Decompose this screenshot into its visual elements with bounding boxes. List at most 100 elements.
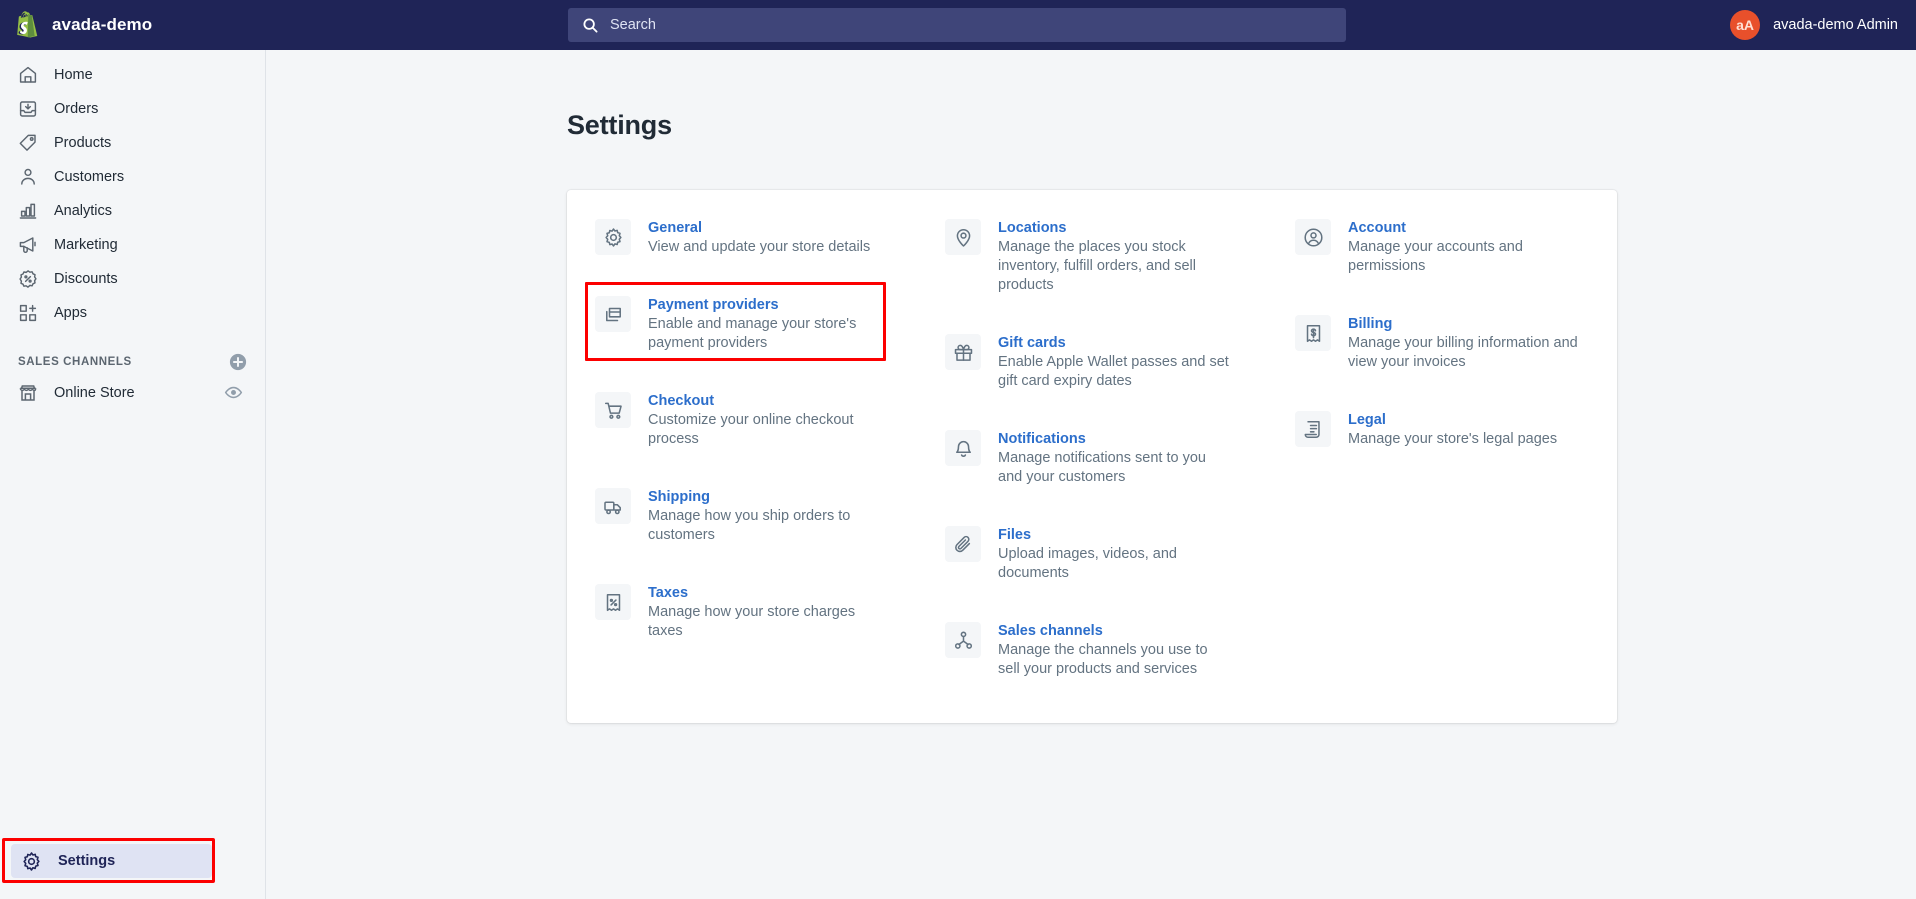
settings-tile-description: Upload images, videos, and documents [998, 546, 1177, 581]
sidebar-item-orders[interactable]: Orders [8, 93, 255, 125]
store-brand[interactable]: avada-demo [0, 0, 266, 50]
sidebar-item-marketing[interactable]: Marketing [8, 229, 255, 261]
settings-column: Account Manage your accounts and permissi… [1295, 218, 1645, 717]
sidebar-item-customers[interactable]: Customers [8, 161, 255, 193]
settings-tile-title[interactable]: Sales channels [998, 623, 1103, 639]
nodes-graph-icon [945, 622, 981, 658]
sidebar: Home Orders Products Customers Analytics Mark… [0, 50, 266, 899]
settings-tile-title[interactable]: Payment providers [648, 297, 779, 313]
apps-grid-plus-icon [18, 303, 38, 323]
bar-chart-icon [18, 201, 38, 221]
sidebar-item-label: Customers [54, 169, 125, 185]
settings-tile-general[interactable]: General View and update your store detail… [595, 218, 945, 295]
sidebar-item-label: Home [54, 67, 93, 83]
bell-icon [945, 430, 981, 466]
sidebar-item-home[interactable]: Home [8, 59, 255, 91]
settings-tile-description: Manage the places you stock inventory, f… [998, 239, 1196, 293]
person-icon [18, 167, 38, 187]
sidebar-item-label: Settings [58, 853, 116, 869]
plus-circle-icon[interactable] [229, 353, 247, 371]
delivery-truck-icon [595, 488, 631, 524]
sales-channels-title: SALES CHANNELS [18, 356, 132, 368]
settings-tile-title[interactable]: Billing [1348, 316, 1392, 332]
settings-tile-account[interactable]: Account Manage your accounts and permissi… [1295, 218, 1645, 314]
sidebar-item-label: Apps [54, 305, 88, 321]
settings-column: Locations Manage the places you stock inv… [945, 218, 1295, 717]
legal-scroll-icon [1295, 411, 1331, 447]
settings-grid: General View and update your store detail… [567, 218, 1617, 717]
eye-icon[interactable] [224, 383, 243, 402]
sales-channels-header: SALES CHANNELS [18, 351, 247, 373]
settings-tile-gift-cards[interactable]: Gift cards Enable Apple Wallet passes and… [945, 333, 1295, 429]
settings-column: General View and update your store detail… [585, 218, 945, 717]
billing-receipt-icon [1295, 315, 1331, 351]
storefront-icon [18, 383, 38, 403]
map-pin-icon [945, 219, 981, 255]
settings-tile-files[interactable]: Files Upload images, videos, and document… [945, 525, 1295, 621]
settings-tile-title[interactable]: Legal [1348, 412, 1386, 428]
settings-tile-shipping[interactable]: Shipping Manage how you ship orders to cu… [595, 487, 945, 583]
sidebar-nav: Home Orders Products Customers Analytics Mark… [0, 50, 265, 329]
settings-tile-description: Customize your online checkout process [648, 412, 854, 447]
search-icon [582, 17, 599, 34]
page-title: Settings [567, 110, 672, 140]
shopping-cart-icon [595, 392, 631, 428]
settings-tile-payment-providers[interactable]: Payment providers Enable and manage your … [585, 282, 945, 391]
user-menu[interactable]: aA avada-demo Admin [1730, 0, 1898, 50]
sidebar-item-analytics[interactable]: Analytics [8, 195, 255, 227]
settings-tile-description: Enable and manage your store's payment p… [648, 316, 857, 351]
settings-tile-description: Manage your store's legal pages [1348, 431, 1558, 447]
settings-tile-title[interactable]: Notifications [998, 431, 1086, 447]
settings-tile-billing[interactable]: Billing Manage your billing information a… [1295, 314, 1645, 410]
settings-tile-title[interactable]: Shipping [648, 489, 710, 505]
settings-tile-description: Manage how you ship orders to customers [648, 508, 851, 543]
tag-icon [18, 133, 38, 153]
user-name: avada-demo Admin [1773, 17, 1898, 33]
avatar: aA [1730, 10, 1761, 40]
settings-tile-description: Manage the channels you use to sell your… [998, 642, 1208, 677]
settings-card: General View and update your store detail… [567, 190, 1617, 723]
settings-tile-title[interactable]: Account [1348, 220, 1406, 236]
settings-nav-wrapper: Settings [2, 838, 215, 883]
sidebar-item-products[interactable]: Products [8, 127, 255, 159]
sidebar-item-label: Marketing [54, 237, 118, 253]
sidebar-item-label: Analytics [54, 203, 113, 219]
gear-icon [595, 219, 631, 255]
shopify-bag-icon [14, 11, 40, 39]
search-input[interactable]: Search [568, 8, 1346, 42]
settings-tile-title[interactable]: Locations [998, 220, 1066, 236]
settings-tile-title[interactable]: Taxes [648, 585, 688, 601]
gift-icon [945, 334, 981, 370]
search-placeholder: Search [610, 17, 656, 33]
settings-tile-checkout[interactable]: Checkout Customize your online checkout p… [595, 391, 945, 487]
settings-tile-taxes[interactable]: Taxes Manage how your store charges taxes [595, 583, 945, 679]
settings-tile-legal[interactable]: Legal Manage your store's legal pages [1295, 410, 1645, 487]
settings-tile-description: Manage how your store charges taxes [648, 604, 856, 639]
settings-tile-title[interactable]: Checkout [648, 393, 714, 409]
main-content: Settings General View and update your sto… [267, 50, 1916, 899]
orders-inbox-icon [18, 99, 38, 119]
sidebar-item-apps[interactable]: Apps [8, 297, 255, 329]
gear-icon [21, 851, 42, 872]
sidebar-item-online-store[interactable]: Online Store [8, 377, 255, 409]
settings-tile-locations[interactable]: Locations Manage the places you stock inv… [945, 218, 1295, 333]
sidebar-item-settings[interactable]: Settings [11, 844, 212, 878]
sidebar-item-label: Discounts [54, 271, 118, 287]
sidebar-item-label: Orders [54, 101, 99, 117]
payment-cards-icon [595, 296, 631, 332]
person-circle-icon [1295, 219, 1331, 255]
settings-tile-title[interactable]: General [648, 220, 702, 236]
settings-tile-sales-channels[interactable]: Sales channels Manage the channels you us… [945, 621, 1295, 717]
store-name: avada-demo [52, 15, 153, 34]
sidebar-item-discounts[interactable]: Discounts [8, 263, 255, 295]
settings-tile-notifications[interactable]: Notifications Manage notifications sent t… [945, 429, 1295, 525]
settings-tile-description: View and update your store details [648, 239, 871, 255]
paperclip-icon [945, 526, 981, 562]
settings-tile-title[interactable]: Gift cards [998, 335, 1066, 351]
sidebar-item-label: Online Store [54, 385, 135, 401]
settings-tile-description: Manage your billing information and view… [1348, 335, 1578, 370]
sidebar-item-label: Products [54, 135, 112, 151]
settings-tile-title[interactable]: Files [998, 527, 1031, 543]
top-bar: avada-demo Search aA avada-demo Admin [0, 0, 1916, 50]
settings-tile-description: Manage notifications sent to you and you… [998, 450, 1206, 485]
